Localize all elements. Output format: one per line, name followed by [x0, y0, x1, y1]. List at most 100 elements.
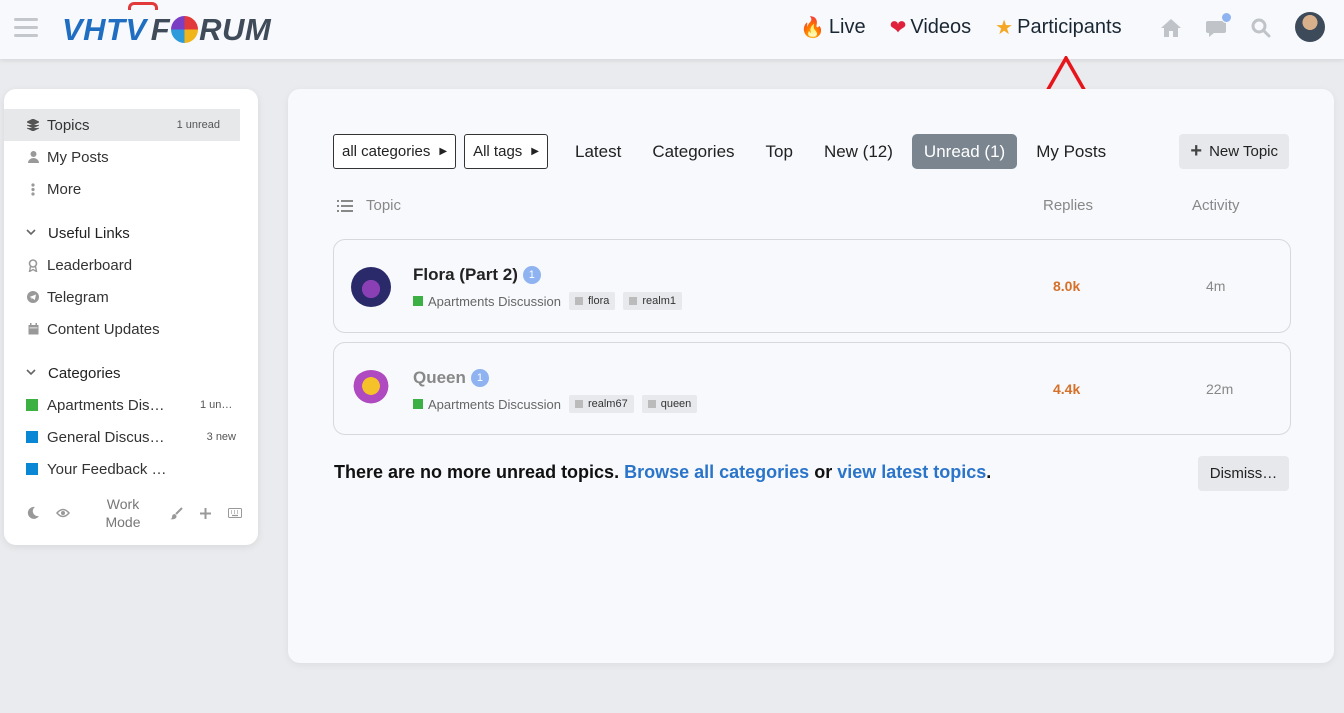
category-color-swatch — [413, 399, 423, 409]
sidebar-item-label: My Posts — [47, 148, 109, 166]
category-label: Apartments Discussion — [47, 396, 172, 414]
column-activity[interactable]: Activity — [1192, 197, 1240, 214]
sidebar-footer: Work Mode — [4, 493, 258, 533]
logo-tv-icon — [128, 2, 158, 10]
site-header: VHTV F RUM 🔥 Live ❤ Videos ★ Participants — [0, 0, 1344, 59]
topic-activity[interactable]: 22m — [1206, 381, 1233, 397]
main-content: all categories ▶ All tags ▶ Latest Categ… — [288, 89, 1334, 663]
topic-title[interactable]: Queen 1 — [413, 368, 489, 388]
topic-tag[interactable]: flora — [568, 292, 616, 310]
sidebar-item-telegram[interactable]: Telegram — [4, 281, 258, 313]
footer-or: or — [814, 462, 833, 482]
telegram-icon — [26, 291, 40, 303]
search-icon[interactable] — [1250, 17, 1272, 39]
topic-tag[interactable]: realm67 — [568, 395, 634, 413]
user-icon — [26, 151, 40, 163]
unread-count-badge[interactable]: 1 — [522, 266, 541, 284]
category-color-swatch — [26, 463, 38, 475]
sidebar-item-label: Content Updates — [47, 320, 160, 338]
topic-category[interactable]: Apartments Discussion — [428, 397, 561, 412]
sidebar-item-leaderboard[interactable]: Leaderboard — [4, 249, 258, 281]
moon-icon[interactable] — [26, 506, 40, 520]
sidebar-item-more[interactable]: More — [4, 173, 258, 205]
tab-categories[interactable]: Categories — [640, 134, 746, 169]
unread-badge: 1 unread — [176, 119, 220, 131]
dismiss-button[interactable]: Dismiss… — [1198, 456, 1289, 491]
topic-avatar[interactable] — [351, 267, 391, 307]
nav-participants[interactable]: ★ Participants — [995, 16, 1121, 39]
category-color-swatch — [26, 431, 38, 443]
site-logo[interactable]: VHTV F RUM — [62, 2, 272, 52]
eye-icon[interactable] — [56, 508, 70, 518]
heart-icon: ❤ — [889, 16, 907, 39]
sidebar-item-label: More — [47, 180, 82, 198]
nav-videos[interactable]: ❤ Videos — [890, 16, 972, 39]
topic-tag[interactable]: realm1 — [623, 292, 682, 310]
logo-forum: F RUM — [150, 12, 272, 47]
section-useful-links[interactable]: Useful Links — [4, 217, 258, 249]
list-icon — [337, 199, 353, 212]
column-topic[interactable]: Topic — [337, 197, 401, 214]
section-title: Useful Links — [48, 224, 130, 242]
topic-meta: Apartments Discussion flora realm1 — [413, 292, 682, 310]
hamburger-menu-icon[interactable] — [14, 18, 38, 38]
nav-videos-label: Videos — [910, 16, 972, 38]
sidebar-category-feedback[interactable]: Your Feedback & Ideas — [4, 453, 258, 485]
topic-meta: Apartments Discussion realm67 queen — [413, 395, 698, 413]
topic-title-text: Flora (Part 2) — [413, 265, 518, 284]
filter-bar: all categories ▶ All tags ▶ Latest Categ… — [333, 134, 1118, 169]
topic-title[interactable]: Flora (Part 2) 1 — [413, 265, 541, 285]
new-topic-label: New Topic — [1209, 143, 1278, 160]
home-icon[interactable] — [1160, 17, 1182, 39]
tab-top[interactable]: Top — [754, 134, 805, 169]
browse-all-categories-link[interactable]: Browse all categories — [624, 462, 809, 482]
topic-category[interactable]: Apartments Discussion — [428, 294, 561, 309]
column-replies[interactable]: Replies — [1043, 197, 1093, 214]
sidebar-category-general[interactable]: General Discussion 3 new — [4, 421, 258, 453]
chevron-down-icon — [26, 227, 40, 239]
chat-icon[interactable] — [1205, 12, 1232, 39]
category-label: General Discussion — [47, 428, 172, 446]
topic-replies[interactable]: 4.4k — [1053, 381, 1080, 397]
sidebar-item-content-updates[interactable]: Content Updates — [4, 313, 258, 345]
tags-dropdown[interactable]: All tags ▶ — [464, 134, 548, 169]
sidebar-category-apartments[interactable]: Apartments Discussion 1 unread — [4, 389, 258, 421]
category-badge: 3 new — [206, 431, 236, 443]
category-badge: 1 unread — [200, 399, 236, 411]
nav-live[interactable]: 🔥 Live — [800, 16, 866, 39]
layers-icon — [26, 119, 40, 131]
sidebar-item-my-posts[interactable]: My Posts — [4, 141, 258, 173]
sidebar-item-label: Topics — [47, 116, 90, 134]
unread-count-badge[interactable]: 1 — [470, 369, 489, 387]
topic-row[interactable]: Queen 1 Apartments Discussion realm67 qu… — [333, 342, 1291, 435]
sidebar-item-label: Telegram — [47, 288, 109, 306]
footer-text: There are no more unread topics. — [334, 462, 620, 482]
keyboard-icon[interactable] — [228, 508, 242, 518]
footer-period: . — [986, 462, 992, 482]
chevron-down-icon — [26, 367, 40, 379]
logo-vhtv: VHTV — [62, 12, 147, 47]
tab-my-posts[interactable]: My Posts — [1024, 134, 1118, 169]
fire-icon: 🔥 — [800, 16, 825, 39]
categories-dropdown[interactable]: all categories ▶ — [333, 134, 457, 169]
plus-icon[interactable] — [199, 507, 212, 520]
tab-unread[interactable]: Unread (1) — [911, 134, 1018, 169]
topic-title-text: Queen — [413, 368, 466, 387]
brush-icon[interactable] — [170, 506, 183, 520]
topic-tag[interactable]: queen — [641, 395, 698, 413]
tab-latest[interactable]: Latest — [563, 134, 633, 169]
topic-replies[interactable]: 8.0k — [1053, 278, 1080, 294]
topic-row[interactable]: Flora (Part 2) 1 Apartments Discussion f… — [333, 239, 1291, 333]
work-mode-toggle[interactable]: Work Mode — [96, 495, 150, 531]
new-topic-button[interactable]: + New Topic — [1179, 134, 1289, 169]
user-avatar[interactable] — [1295, 12, 1325, 42]
sidebar-item-topics[interactable]: Topics 1 unread — [4, 109, 240, 141]
section-categories[interactable]: Categories — [4, 357, 258, 389]
view-latest-topics-link[interactable]: view latest topics — [837, 462, 986, 482]
top-nav: 🔥 Live ❤ Videos ★ Participants — [800, 16, 1146, 39]
column-topic-label: Topic — [366, 197, 402, 214]
tab-new[interactable]: New (12) — [812, 134, 905, 169]
topic-avatar[interactable] — [351, 370, 391, 410]
topic-activity[interactable]: 4m — [1206, 278, 1225, 294]
notification-dot — [1221, 12, 1232, 23]
